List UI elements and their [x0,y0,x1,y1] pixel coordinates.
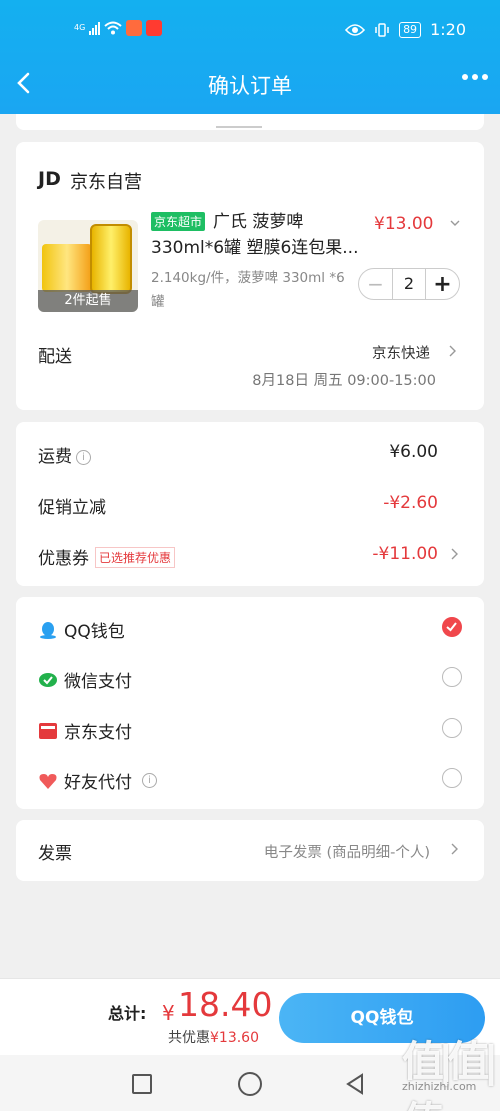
shop-name: 京东自营 [70,172,142,193]
watermark-url: zhizhizhi.com [402,1080,477,1093]
product-image[interactable]: 2件起售 [38,220,138,312]
pay-option-wechat[interactable]: 微信支付 [38,667,132,692]
freight-label: 运费 [38,447,72,467]
nav-bar: 确认订单 [0,60,500,110]
total-label: 总计: [108,1004,147,1023]
clock: 1:20 [430,20,466,39]
coupon-row[interactable]: 优惠券 已选推荐优惠 [38,544,176,569]
radio-selected-icon[interactable] [442,617,462,637]
pay-option-label: 好友代付 [64,773,132,793]
info-icon[interactable]: i [76,450,91,465]
saved-prefix: 共优惠 [168,1030,210,1046]
pay-option-friend[interactable]: 好友代付 i [38,768,157,793]
chevron-right-icon[interactable] [448,842,460,856]
watermark-logo: 值|值|值 [402,1037,499,1111]
saved-amount: 共优惠¥13.60 [168,1027,259,1047]
promo-value: -¥2.60 [383,493,438,513]
battery-icon: 89 [399,21,422,38]
chevron-right-icon[interactable] [446,344,458,358]
quantity-stepper: − 2 + [358,268,460,300]
shipping-method[interactable]: 京东快递 [372,342,430,363]
total-currency: ¥ [162,1001,175,1025]
radio-icon[interactable] [442,768,462,788]
shop-card: JD 京东自营 2件起售 广氏 菠萝啤 330ml*6罐 塑膜6连包果... 京… [16,142,484,410]
network-type: 4G [74,23,86,32]
fee-card: 运费 i ¥6.00 促销立减 -¥2.60 优惠券 已选推荐优惠 -¥11.00 [16,422,484,586]
home-icon[interactable] [238,1072,262,1096]
chevron-right-icon[interactable] [448,547,460,561]
qq-icon [40,621,56,639]
product-spec: 2.140kg/件，菠萝啤 330ml *6罐 [151,270,345,310]
payment-card: QQ钱包 微信支付 京东支付 好友代付 i [16,597,484,809]
address-card-edge [16,114,484,130]
coupon-tag: 已选推荐优惠 [95,547,176,568]
supermarket-badge: 京东超市 [151,212,206,231]
signal-icon [89,21,101,35]
recent-apps-icon[interactable] [132,1074,152,1094]
freight-row: 运费 i [38,442,91,467]
radio-icon[interactable] [442,718,462,738]
pay-option-label: 微信支付 [64,672,132,692]
pay-option-jdpay[interactable]: 京东支付 [38,718,132,743]
pay-option-label: QQ钱包 [64,622,125,642]
total-amount: 18.40 [178,985,273,1024]
weibo-icon [126,20,143,36]
vibrate-icon [375,22,389,37]
saved-value: ¥13.60 [210,1030,259,1046]
promo-label: 促销立减 [38,498,106,518]
coupon-label: 优惠券 [38,549,89,569]
min-quantity-tag: 2件起售 [38,290,138,312]
wechat-icon [39,672,57,687]
wifi-icon [104,21,122,35]
info-icon[interactable]: i [142,773,157,788]
friend-pay-icon [39,773,57,789]
more-icon[interactable] [462,74,488,80]
back-nav-icon[interactable] [344,1072,366,1096]
chevron-down-icon[interactable] [448,216,462,230]
pay-option-label: 京东支付 [64,723,132,743]
freight-value: ¥6.00 [389,442,438,462]
decrease-button[interactable]: − [359,272,392,296]
pay-option-qq[interactable]: QQ钱包 [38,617,125,642]
coupon-value[interactable]: -¥11.00 [372,544,438,564]
eye-icon [345,23,366,36]
invoice-label: 发票 [38,844,72,864]
page-title: 确认订单 [208,74,292,98]
status-bar: 4G 89 1:20 [0,0,500,60]
header: 4G 89 1:20 确认订单 [0,0,500,114]
notification-app-icon [146,20,163,36]
shipping-time: 8月18日 周五 09:00-15:00 [252,373,436,389]
shipping-label: 配送 [38,347,72,367]
invoice-card[interactable]: 发票 电子发票 (商品明细-个人) [16,820,484,881]
jdpay-icon [39,722,57,739]
jd-logo: JD [38,168,61,190]
quantity-value[interactable]: 2 [392,269,426,299]
product-price: ¥13.00 [374,214,434,234]
increase-button[interactable]: + [426,272,459,297]
invoice-value[interactable]: 电子发票 (商品明细-个人) [264,841,430,862]
radio-icon[interactable] [442,667,462,687]
